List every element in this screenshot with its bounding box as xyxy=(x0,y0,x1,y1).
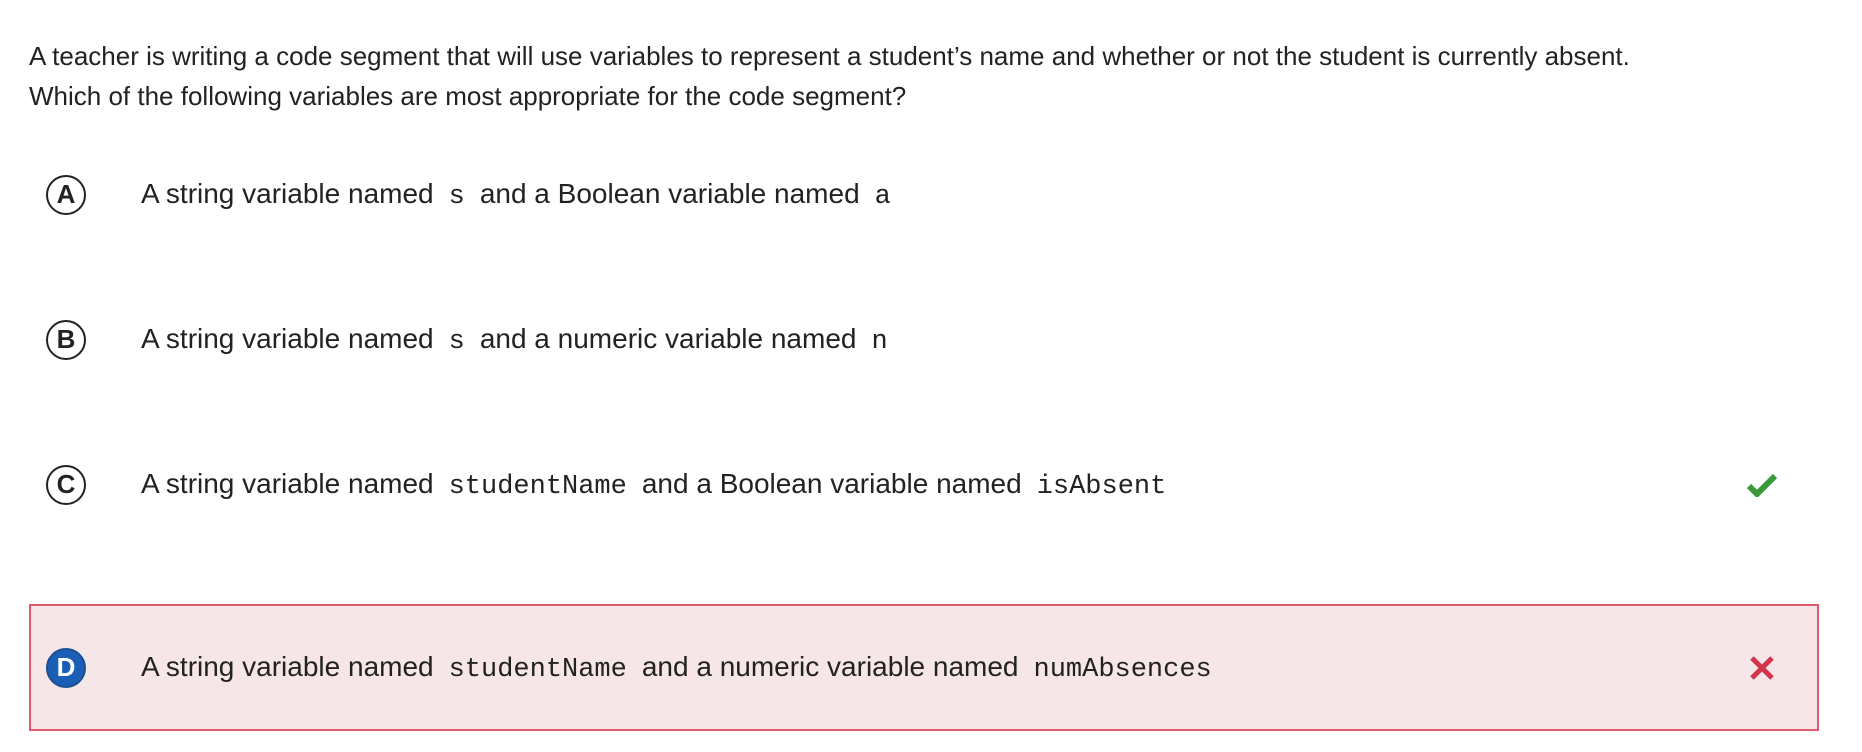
choice-d-text-middle: and a numeric variable named xyxy=(641,650,1019,682)
choice-text-a: A string variable named s and a Boolean va… xyxy=(141,178,906,212)
answer-choice-b[interactable]: B A string variable named s and a numeric … xyxy=(29,276,1819,403)
choice-letter-d: D xyxy=(46,647,86,688)
choice-b-code-2: n xyxy=(871,326,888,357)
choice-a-text-middle: and a Boolean variable named xyxy=(479,177,860,209)
choice-a-code-1: s xyxy=(448,181,465,212)
choice-c-text-middle: and a Boolean variable named xyxy=(641,467,1022,499)
choice-letter-c: C xyxy=(46,464,86,505)
choice-d-code-2: numAbsences xyxy=(1033,654,1212,685)
choice-b-code-1: s xyxy=(448,326,465,357)
choice-letter-a: A xyxy=(46,174,86,215)
choice-text-b: A string variable named s and a numeric va… xyxy=(141,323,903,357)
choice-c-code-1: studentName xyxy=(448,471,627,502)
question-line-1: A teacher is writing a code segment that… xyxy=(29,41,1630,71)
question-stem: A teacher is writing a code segment that… xyxy=(29,36,1829,116)
choice-text-d: A string variable named studentName and a … xyxy=(141,651,1227,685)
question-line-2: Which of the following variables are mos… xyxy=(29,81,907,111)
answer-choice-c[interactable]: C A string variable named studentName and … xyxy=(29,421,1819,548)
choice-a-text-before: A string variable named xyxy=(141,177,434,209)
choice-c-text-before: A string variable named xyxy=(141,467,434,499)
x-mark-icon-svg xyxy=(1750,655,1774,680)
choice-text-c: A string variable named studentName and a … xyxy=(141,468,1181,502)
choice-letter-b: B xyxy=(46,319,86,360)
choice-b-text-middle: and a numeric variable named xyxy=(479,322,857,354)
answer-choice-d[interactable]: D A string variable named studentName and … xyxy=(29,604,1819,731)
choice-d-code-1: studentName xyxy=(448,654,627,685)
choice-a-code-2: a xyxy=(874,181,891,212)
checkmark-icon xyxy=(1745,468,1779,502)
choice-c-code-2: isAbsent xyxy=(1036,471,1167,502)
x-mark-icon xyxy=(1745,651,1779,685)
answer-choice-a[interactable]: A A string variable named s and a Boolean … xyxy=(29,131,1819,258)
choice-b-text-before: A string variable named xyxy=(141,322,434,354)
checkmark-icon-svg xyxy=(1747,473,1777,497)
choice-d-text-before: A string variable named xyxy=(141,650,434,682)
